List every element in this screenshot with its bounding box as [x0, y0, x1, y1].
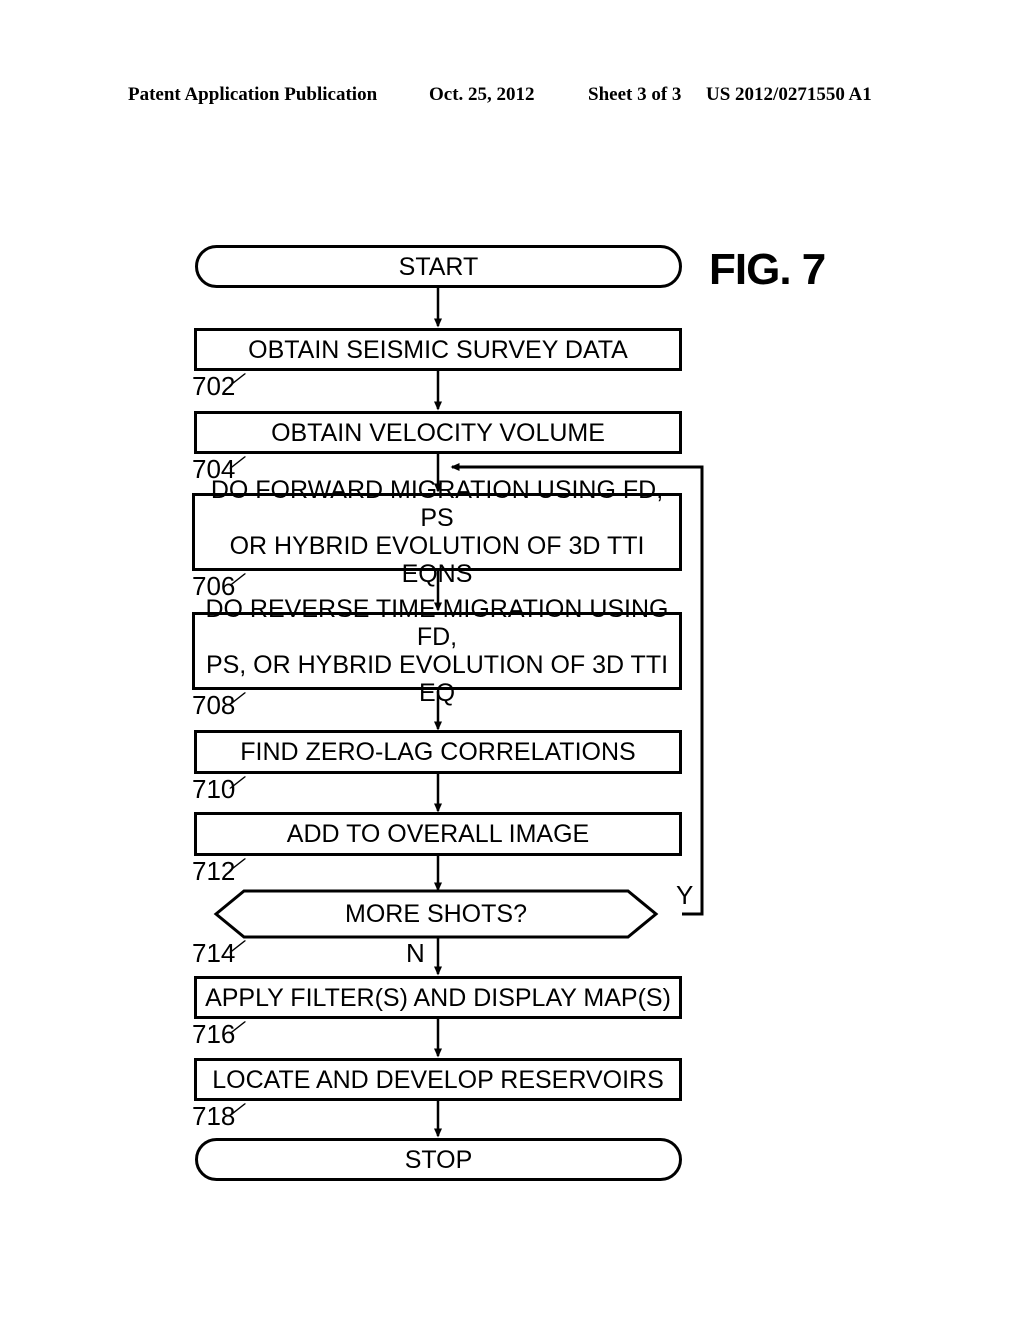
flow-node-locate-develop-reservoirs[interactable]: LOCATE AND DEVELOP RESERVOIRS: [194, 1058, 682, 1101]
reference-numeral-702-text: 702: [192, 371, 236, 401]
flow-node-712-label: ADD TO OVERALL IMAGE: [286, 820, 590, 848]
reference-numeral-714: 714⁄: [192, 934, 245, 969]
reference-numeral-710: 710⁄: [192, 770, 245, 805]
flow-node-start[interactable]: START: [195, 245, 682, 288]
reference-numeral-708: 708⁄: [192, 686, 245, 721]
reference-numeral-716-text: 716: [192, 1019, 236, 1049]
flow-node-obtain-seismic-survey-data[interactable]: OBTAIN SEISMIC SURVEY DATA: [194, 328, 682, 371]
flow-node-start-label: START: [398, 252, 479, 281]
reference-numeral-712: 712⁄: [192, 852, 245, 887]
reference-numeral-718-text: 718: [192, 1101, 236, 1131]
flow-node-714-label: MORE SHOTS?: [345, 899, 527, 928]
flow-node-708-label: DO REVERSE TIME MIGRATION USING FD, PS, …: [205, 595, 669, 707]
flow-node-702-label: OBTAIN SEISMIC SURVEY DATA: [248, 335, 628, 364]
flow-node-add-to-overall-image[interactable]: ADD TO OVERALL IMAGE: [194, 812, 682, 856]
reference-numeral-716: 716⁄: [192, 1015, 245, 1050]
flow-node-apply-filters-display-maps[interactable]: APPLY FILTER(S) AND DISPLAY MAP(S): [194, 976, 682, 1019]
flow-node-find-zero-lag-correlations[interactable]: FIND ZERO-LAG CORRELATIONS: [194, 730, 682, 774]
flow-node-716-label: APPLY FILTER(S) AND DISPLAY MAP(S): [205, 983, 671, 1012]
flow-node-706-label: DO FORWARD MIGRATION USING FD, PS OR HYB…: [210, 476, 664, 588]
flow-node-more-shots-decision[interactable]: MORE SHOTS?: [188, 889, 684, 939]
reference-numeral-710-text: 710: [192, 774, 236, 804]
flow-node-obtain-velocity-volume[interactable]: OBTAIN VELOCITY VOLUME: [194, 411, 682, 454]
reference-numeral-708-text: 708: [192, 690, 236, 720]
reference-numeral-702: 702⁄: [192, 367, 245, 402]
flow-node-710-label: FIND ZERO-LAG CORRELATIONS: [240, 738, 636, 766]
branch-label-no: N: [406, 938, 425, 968]
flow-node-stop[interactable]: STOP: [195, 1138, 682, 1181]
flow-node-704-label: OBTAIN VELOCITY VOLUME: [271, 418, 605, 447]
flow-node-do-reverse-time-migration[interactable]: DO REVERSE TIME MIGRATION USING FD, PS, …: [192, 595, 682, 707]
reference-numeral-718: 718⁄: [192, 1097, 245, 1132]
reference-numeral-712-text: 712: [192, 856, 236, 886]
flow-node-718-label: LOCATE AND DEVELOP RESERVOIRS: [212, 1065, 664, 1094]
flowchart-diagram: START OBTAIN SEISMIC SURVEY DATA 702⁄ OB…: [0, 0, 1024, 1320]
flow-node-stop-label: STOP: [404, 1145, 473, 1174]
flow-node-do-forward-migration[interactable]: DO FORWARD MIGRATION USING FD, PS OR HYB…: [192, 476, 682, 588]
reference-numeral-714-text: 714: [192, 938, 236, 968]
branch-label-yes: Y: [676, 880, 694, 910]
